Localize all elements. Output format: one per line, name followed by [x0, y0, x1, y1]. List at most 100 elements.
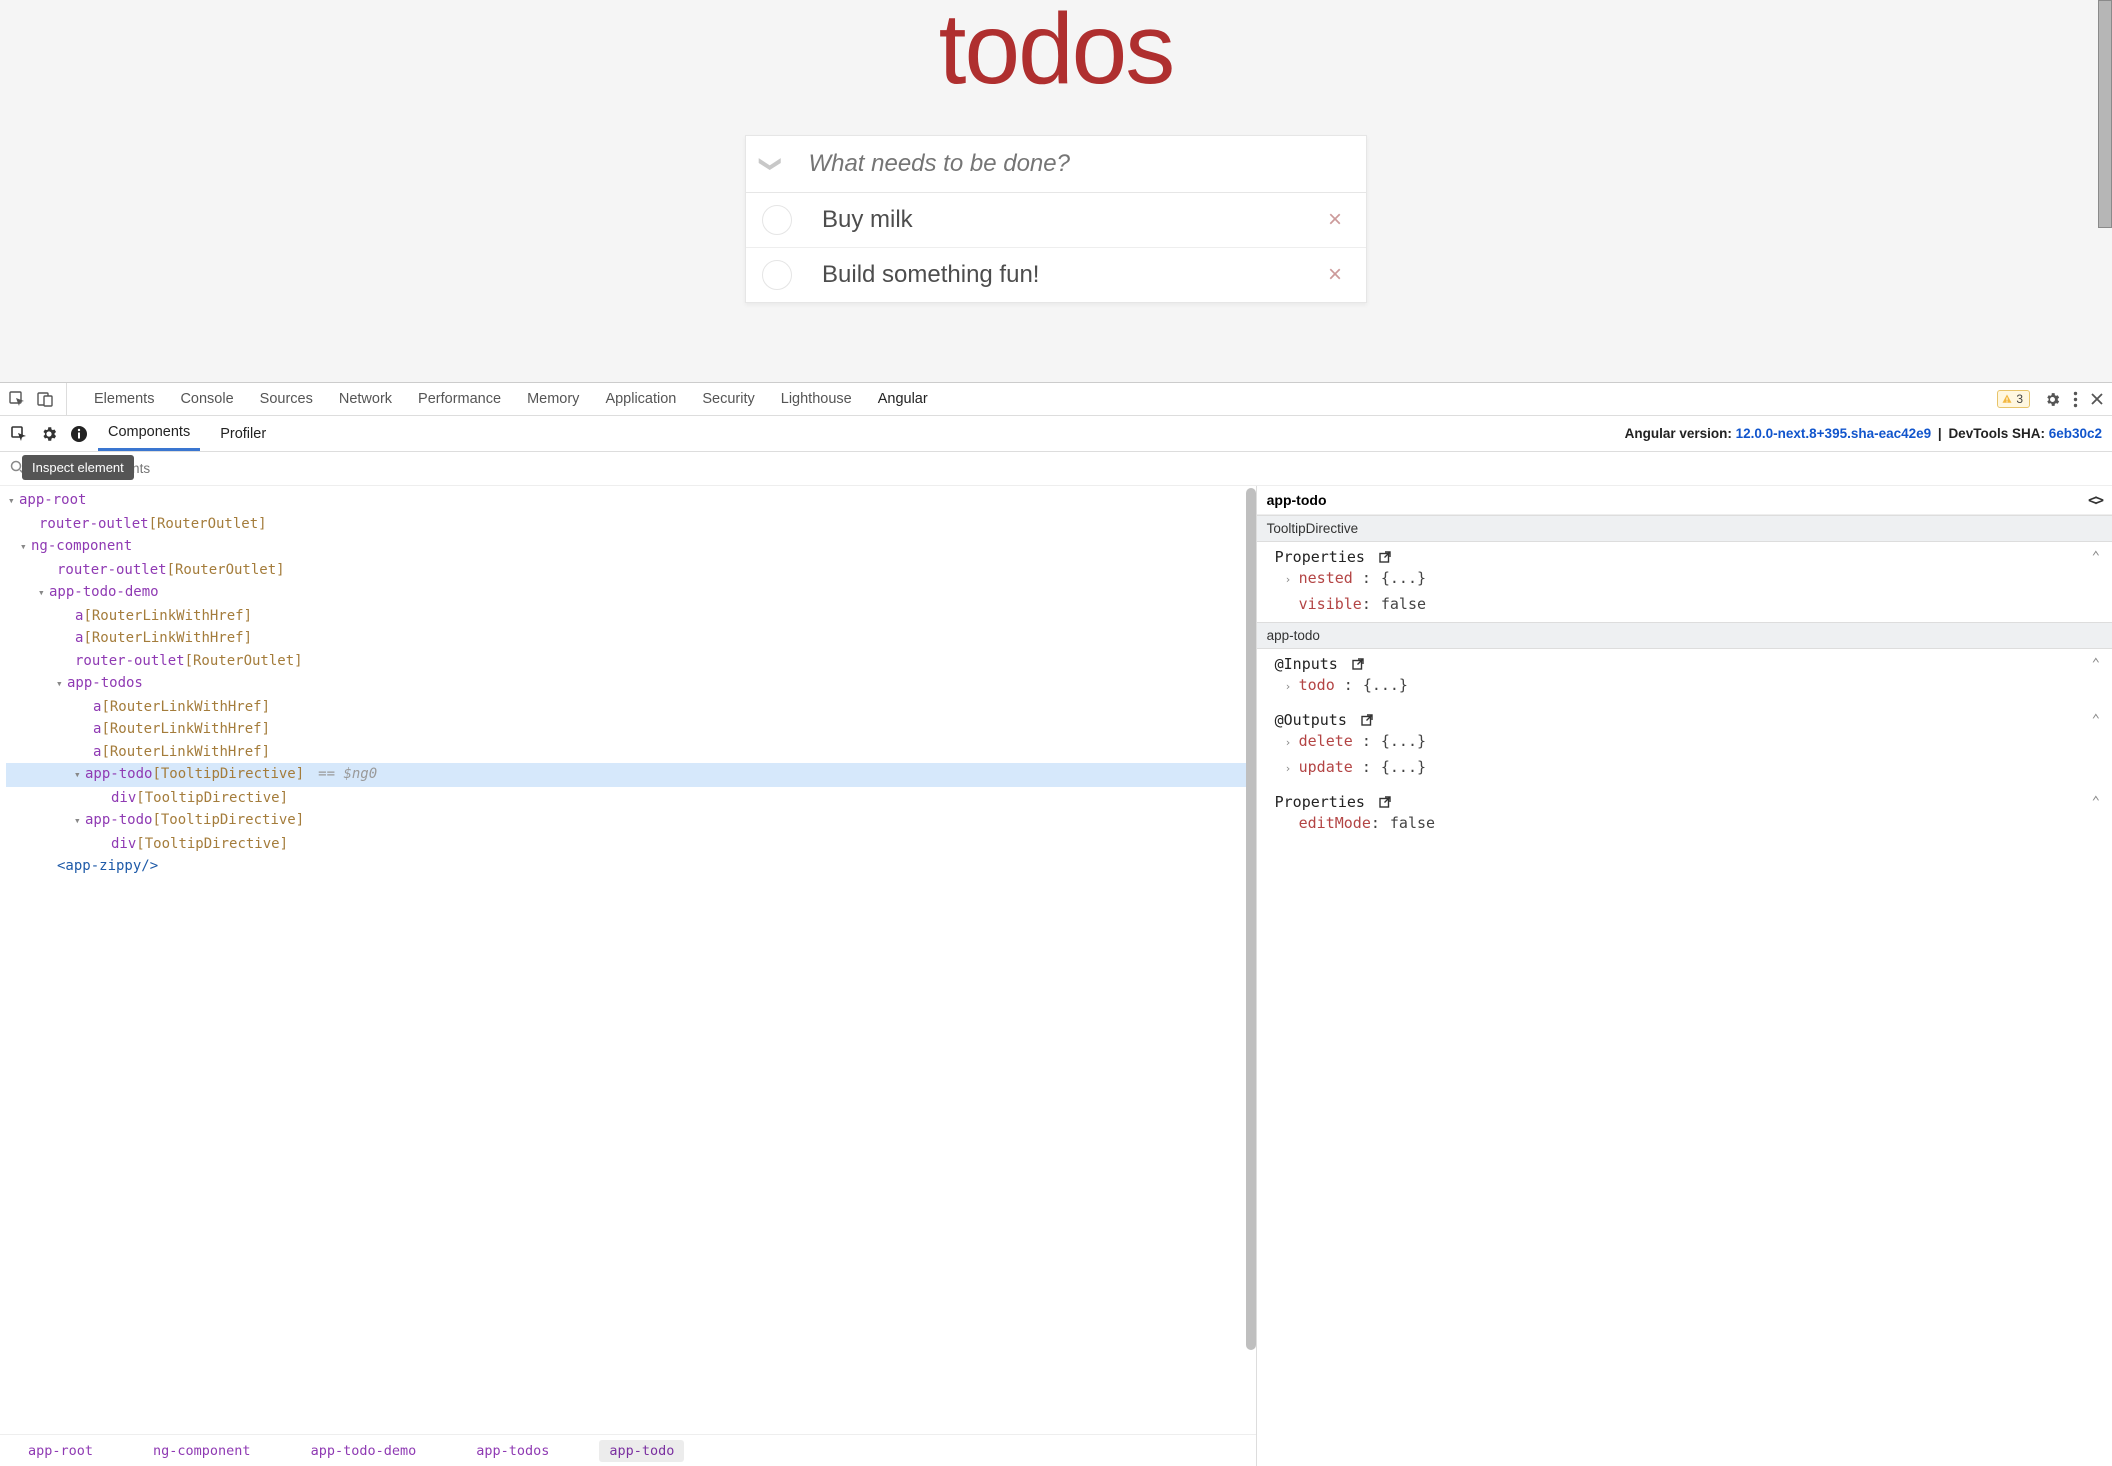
version-prefix: Angular version: [1625, 426, 1736, 441]
group-inputs: @Inputs ⌃ ›todo :{...} [1257, 649, 2112, 705]
tree-node[interactable]: router-outlet[RouterOutlet] [6, 513, 1256, 536]
group-properties-apptodo: Properties ⌃ editMode:false [1257, 787, 2112, 841]
todo-checkbox[interactable] [762, 205, 792, 235]
properties-pane: app-todo <> TooltipDirective Properties … [1257, 486, 2112, 1466]
tree-node[interactable]: router-outlet[RouterOutlet] [6, 559, 1256, 582]
crumb-app-root[interactable]: app-root [18, 1440, 103, 1462]
gear-icon[interactable] [2044, 391, 2061, 408]
todo-card: ❯ Buy milk × Build something fun! × [745, 135, 1367, 303]
crumb-app-todos[interactable]: app-todos [466, 1440, 559, 1462]
todo-label[interactable]: Buy milk [792, 206, 1320, 234]
devtools-panel: Elements Console Sources Network Perform… [0, 382, 2112, 1466]
chevron-up-icon[interactable]: ⌃ [2092, 549, 2100, 565]
kebab-icon[interactable] [2073, 391, 2078, 408]
tree-node[interactable]: a[RouterLinkWithHref] [6, 605, 1256, 628]
delete-icon[interactable]: × [1320, 261, 1350, 289]
toggle-all-icon[interactable]: ❯ [758, 155, 784, 173]
tab-console[interactable]: Console [167, 383, 246, 415]
open-external-icon[interactable] [1378, 550, 1392, 564]
close-icon[interactable] [2090, 392, 2104, 406]
tree-node[interactable]: ▾app-todo-demo [6, 581, 1256, 605]
crumb-app-todo-demo[interactable]: app-todo-demo [301, 1440, 427, 1462]
component-tree-pane: ▾app-root router-outlet[RouterOutlet] ▾n… [0, 486, 1257, 1466]
ng-inspect-icon[interactable] [10, 425, 28, 443]
chevron-up-icon[interactable]: ⌃ [2092, 712, 2100, 728]
angular-version: Angular version: 12.0.0-next.8+395.sha-e… [1625, 426, 2102, 441]
prop-row[interactable]: ›nested :{...} [1275, 566, 2100, 592]
ng-tab-profiler[interactable]: Profiler [210, 416, 276, 451]
inspect-tooltip: Inspect element [22, 455, 134, 480]
tab-performance[interactable]: Performance [405, 383, 514, 415]
prop-row[interactable]: editMode:false [1275, 811, 2100, 835]
ng-tab-components[interactable]: Components [98, 416, 200, 451]
sha-label: DevTools SHA: [1948, 426, 2048, 441]
open-external-icon[interactable] [1360, 713, 1374, 727]
ng-info-icon[interactable] [70, 425, 88, 443]
selected-component-label: app-todo [1267, 492, 1327, 508]
view-source-icon[interactable]: <> [2088, 491, 2102, 509]
prop-row[interactable]: ›delete :{...} [1275, 729, 2100, 755]
tab-angular[interactable]: Angular [865, 383, 941, 415]
section-app-todo: app-todo [1257, 622, 2112, 649]
tab-application[interactable]: Application [592, 383, 689, 415]
tree-node[interactable]: <app-zippy/> [6, 855, 1256, 878]
ng-settings-icon[interactable] [40, 425, 58, 443]
inspect-icon[interactable] [8, 390, 26, 408]
crumb-ng-component[interactable]: ng-component [143, 1440, 261, 1462]
angular-tabs: Components Profiler Angular version: 12.… [0, 416, 2112, 452]
prop-row[interactable]: ›todo :{...} [1275, 673, 2100, 699]
tab-memory[interactable]: Memory [514, 383, 592, 415]
tab-elements[interactable]: Elements [81, 383, 167, 415]
tree-node[interactable]: ▾ng-component [6, 535, 1256, 559]
tree-node[interactable]: ▾app-root [6, 489, 1256, 513]
app-viewport: todos ❯ Buy milk × Build something fun! … [0, 0, 2112, 382]
device-toggle-icon[interactable] [36, 390, 54, 408]
prop-row[interactable]: visible:false [1275, 592, 2100, 616]
warning-badge[interactable]: 3 [1997, 390, 2030, 408]
tree-node-selected[interactable]: ▾app-todo[TooltipDirective]== $ng0 [6, 763, 1256, 787]
chevron-up-icon[interactable]: ⌃ [2092, 656, 2100, 672]
tree-node[interactable]: a[RouterLinkWithHref] [6, 718, 1256, 741]
group-label: Properties [1275, 548, 1365, 566]
tree-node[interactable]: div[TooltipDirective] [6, 787, 1256, 810]
prop-row[interactable]: ›update :{...} [1275, 755, 2100, 781]
crumb-app-todo[interactable]: app-todo [599, 1440, 684, 1462]
open-external-icon[interactable] [1378, 795, 1392, 809]
tab-sources[interactable]: Sources [247, 383, 326, 415]
todo-item-0: Buy milk × [746, 193, 1366, 248]
angular-split: ▾app-root router-outlet[RouterOutlet] ▾n… [0, 486, 2112, 1466]
tab-network[interactable]: Network [326, 383, 405, 415]
tree-node[interactable]: a[RouterLinkWithHref] [6, 627, 1256, 650]
todo-checkbox[interactable] [762, 260, 792, 290]
tree-scrollbar[interactable] [1246, 488, 1256, 1350]
tree-node[interactable]: ▾app-todos [6, 672, 1256, 696]
section-tooltip-directive: TooltipDirective [1257, 515, 2112, 542]
delete-icon[interactable]: × [1320, 206, 1350, 234]
tree-node[interactable]: router-outlet[RouterOutlet] [6, 650, 1256, 673]
sha-link[interactable]: 6eb30c2 [2049, 426, 2102, 441]
group-label: Properties [1275, 793, 1365, 811]
todo-label[interactable]: Build something fun! [792, 261, 1320, 289]
group-outputs: @Outputs ⌃ ›delete :{...} ›update :{...} [1257, 705, 2112, 787]
group-label: @Inputs [1275, 655, 1338, 673]
chevron-up-icon[interactable]: ⌃ [2092, 794, 2100, 810]
group-label: @Outputs [1275, 711, 1347, 729]
tab-lighthouse[interactable]: Lighthouse [768, 383, 865, 415]
warning-count: 3 [2016, 392, 2023, 406]
tree-node[interactable]: a[RouterLinkWithHref] [6, 696, 1256, 719]
open-external-icon[interactable] [1351, 657, 1365, 671]
new-todo-row: ❯ [746, 136, 1366, 193]
group-properties-tooltip: Properties ⌃ ›nested :{...} visible:fals… [1257, 542, 2112, 622]
component-search-row: Inspect element [0, 452, 2112, 486]
todo-item-1: Build something fun! × [746, 248, 1366, 302]
version-link[interactable]: 12.0.0-next.8+395.sha-eac42e9 [1736, 426, 1932, 441]
tree-node[interactable]: a[RouterLinkWithHref] [6, 741, 1256, 764]
app-title: todos [0, 0, 2112, 107]
tab-security[interactable]: Security [689, 383, 767, 415]
tree-node[interactable]: ▾app-todo[TooltipDirective] [6, 809, 1256, 833]
new-todo-input[interactable] [780, 150, 1350, 178]
breadcrumb: app-root ng-component app-todo-demo app-… [0, 1434, 1256, 1466]
component-tree[interactable]: ▾app-root router-outlet[RouterOutlet] ▾n… [0, 486, 1256, 1434]
page-scrollbar[interactable] [2098, 0, 2112, 228]
tree-node[interactable]: div[TooltipDirective] [6, 833, 1256, 856]
